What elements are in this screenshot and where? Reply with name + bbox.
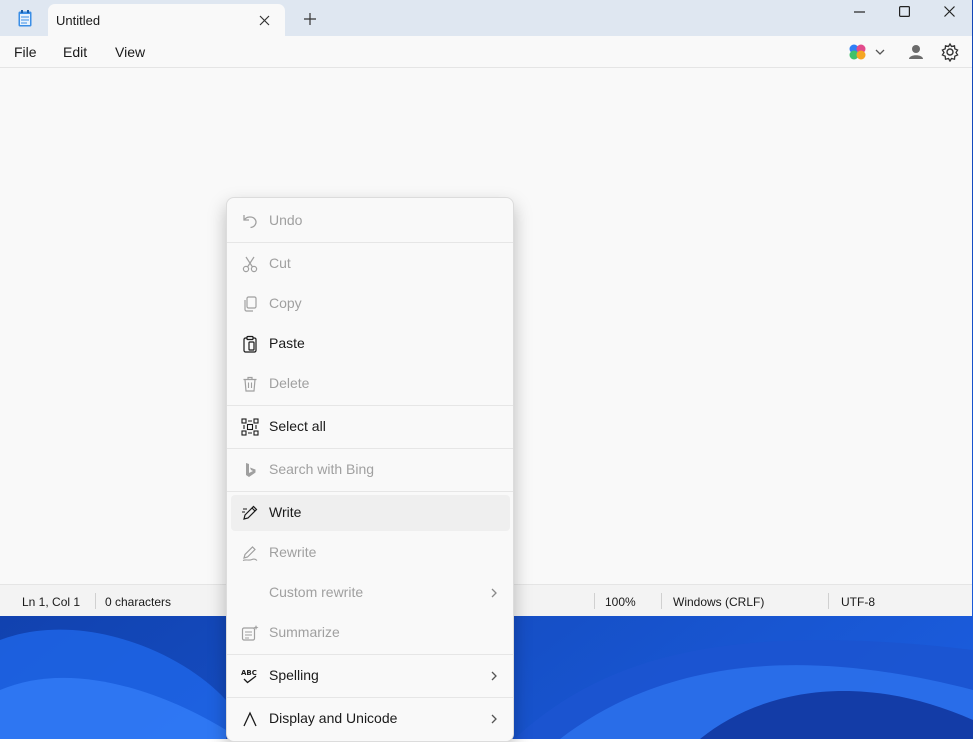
- status-cursor-position: Ln 1, Col 1: [22, 595, 81, 609]
- trash-icon: [241, 375, 259, 393]
- undo-label: Undo: [269, 212, 303, 228]
- clipboard-paste-icon: [241, 335, 259, 353]
- search-bing-label: Search with Bing: [269, 461, 375, 477]
- context-menu-spelling[interactable]: ABC Spelling: [231, 658, 510, 694]
- spelling-label: Spelling: [269, 667, 319, 683]
- context-menu-undo[interactable]: Undo: [231, 203, 510, 239]
- status-divider: [594, 593, 595, 609]
- copy-icon: [241, 295, 259, 313]
- context-menu-select-all[interactable]: Select all: [231, 409, 510, 445]
- context-menu-summarize[interactable]: Summarize: [231, 615, 510, 651]
- tab-close-icon[interactable]: [253, 9, 275, 31]
- spelling-abc-icon: ABC: [241, 667, 259, 685]
- menu-separator: [227, 242, 513, 243]
- write-label: Write: [269, 504, 302, 520]
- svg-text:ABC: ABC: [241, 669, 257, 677]
- profile-avatar-icon[interactable]: [906, 42, 926, 62]
- context-menu-custom-rewrite[interactable]: Custom rewrite: [231, 575, 510, 611]
- cut-label: Cut: [269, 255, 291, 271]
- rewrite-label: Rewrite: [269, 544, 317, 560]
- title-bar: Untitled: [0, 0, 972, 36]
- menu-separator: [227, 654, 513, 655]
- paste-label: Paste: [269, 335, 305, 351]
- summarize-icon: [241, 624, 259, 642]
- status-line-ending[interactable]: Windows (CRLF): [673, 595, 764, 609]
- display-unicode-label: Display and Unicode: [269, 710, 398, 726]
- context-menu-write[interactable]: Write: [231, 495, 510, 531]
- tab-untitled[interactable]: Untitled: [48, 4, 285, 36]
- caret-unicode-icon: [241, 710, 259, 728]
- menu-bar: File Edit View: [0, 36, 972, 68]
- status-character-count: 0 characters: [105, 595, 172, 609]
- chevron-right-icon: [487, 710, 501, 728]
- menu-separator: [227, 405, 513, 406]
- status-divider: [828, 593, 829, 609]
- copy-label: Copy: [269, 295, 302, 311]
- rewrite-pen-icon: [241, 544, 259, 562]
- context-menu-rewrite[interactable]: Rewrite: [231, 535, 510, 571]
- pen-write-icon: [241, 504, 259, 522]
- context-menu: Undo Cut Copy Paste Delete Select all Se…: [226, 197, 514, 742]
- bing-icon: [241, 461, 259, 479]
- tab-title: Untitled: [56, 13, 101, 28]
- scissors-icon: [241, 255, 259, 273]
- chevron-right-icon: [487, 584, 501, 602]
- notepad-app-icon: [18, 10, 32, 27]
- settings-gear-icon[interactable]: [940, 42, 960, 63]
- context-menu-paste[interactable]: Paste: [231, 326, 510, 362]
- context-menu-cut[interactable]: Cut: [231, 246, 510, 282]
- status-divider: [661, 593, 662, 609]
- menu-separator: [227, 448, 513, 449]
- context-menu-copy[interactable]: Copy: [231, 286, 510, 322]
- status-encoding[interactable]: UTF-8: [841, 595, 875, 609]
- status-divider: [95, 593, 96, 609]
- chevron-right-icon: [487, 667, 501, 685]
- context-menu-search-bing[interactable]: Search with Bing: [231, 452, 510, 488]
- delete-label: Delete: [269, 375, 310, 391]
- close-window-icon[interactable]: [926, 0, 972, 22]
- custom-rewrite-label: Custom rewrite: [269, 584, 364, 600]
- menu-file[interactable]: File: [14, 44, 37, 60]
- minimize-icon[interactable]: [836, 0, 882, 22]
- context-menu-display-unicode[interactable]: Display and Unicode: [231, 701, 510, 737]
- select-all-icon: [241, 418, 259, 436]
- select-all-label: Select all: [269, 418, 326, 434]
- summarize-label: Summarize: [269, 624, 340, 640]
- menu-view[interactable]: View: [115, 44, 145, 60]
- new-tab-plus-icon[interactable]: [298, 7, 322, 31]
- menu-separator: [227, 697, 513, 698]
- menu-separator: [227, 491, 513, 492]
- status-zoom[interactable]: 100%: [605, 595, 636, 609]
- menu-edit[interactable]: Edit: [63, 44, 87, 60]
- undo-icon: [241, 212, 259, 230]
- copilot-icon[interactable]: [848, 42, 888, 62]
- maximize-icon[interactable]: [881, 0, 927, 22]
- context-menu-delete[interactable]: Delete: [231, 366, 510, 402]
